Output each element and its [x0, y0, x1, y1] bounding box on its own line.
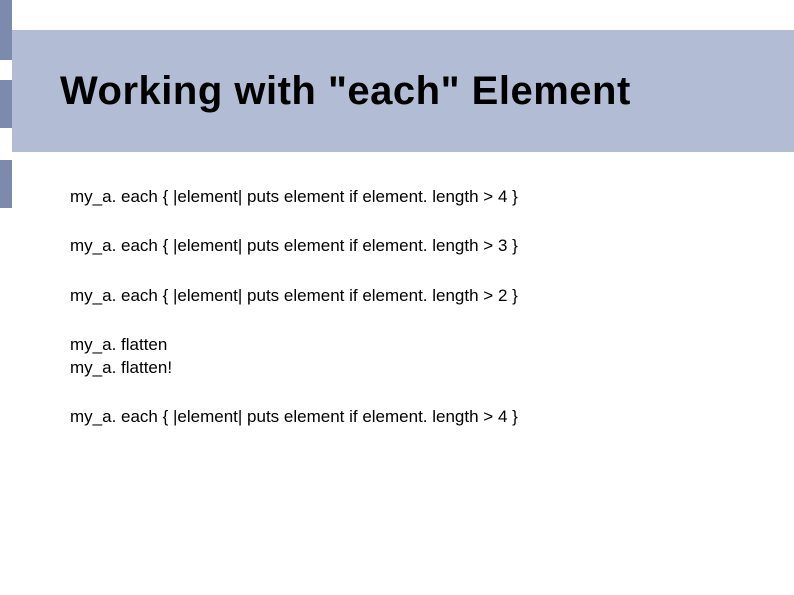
title-band: Working with "each" Element: [12, 30, 794, 152]
code-line: my_a. each { |element| puts element if e…: [70, 235, 754, 256]
sidebar-mark: [0, 160, 12, 208]
code-block: my_a. flatten my_a. flatten!: [70, 334, 754, 379]
code-line: my_a. each { |element| puts element if e…: [70, 406, 754, 427]
sidebar-decor: [0, 0, 12, 595]
code-line: my_a. each { |element| puts element if e…: [70, 285, 754, 306]
code-line: my_a. each { |element| puts element if e…: [70, 186, 754, 207]
code-line: my_a. flatten!: [70, 357, 754, 378]
slide-content: my_a. each { |element| puts element if e…: [70, 186, 754, 456]
slide-title: Working with "each" Element: [60, 69, 631, 114]
sidebar-mark: [0, 80, 12, 128]
code-line: my_a. flatten: [70, 334, 754, 355]
sidebar-mark: [0, 0, 12, 60]
